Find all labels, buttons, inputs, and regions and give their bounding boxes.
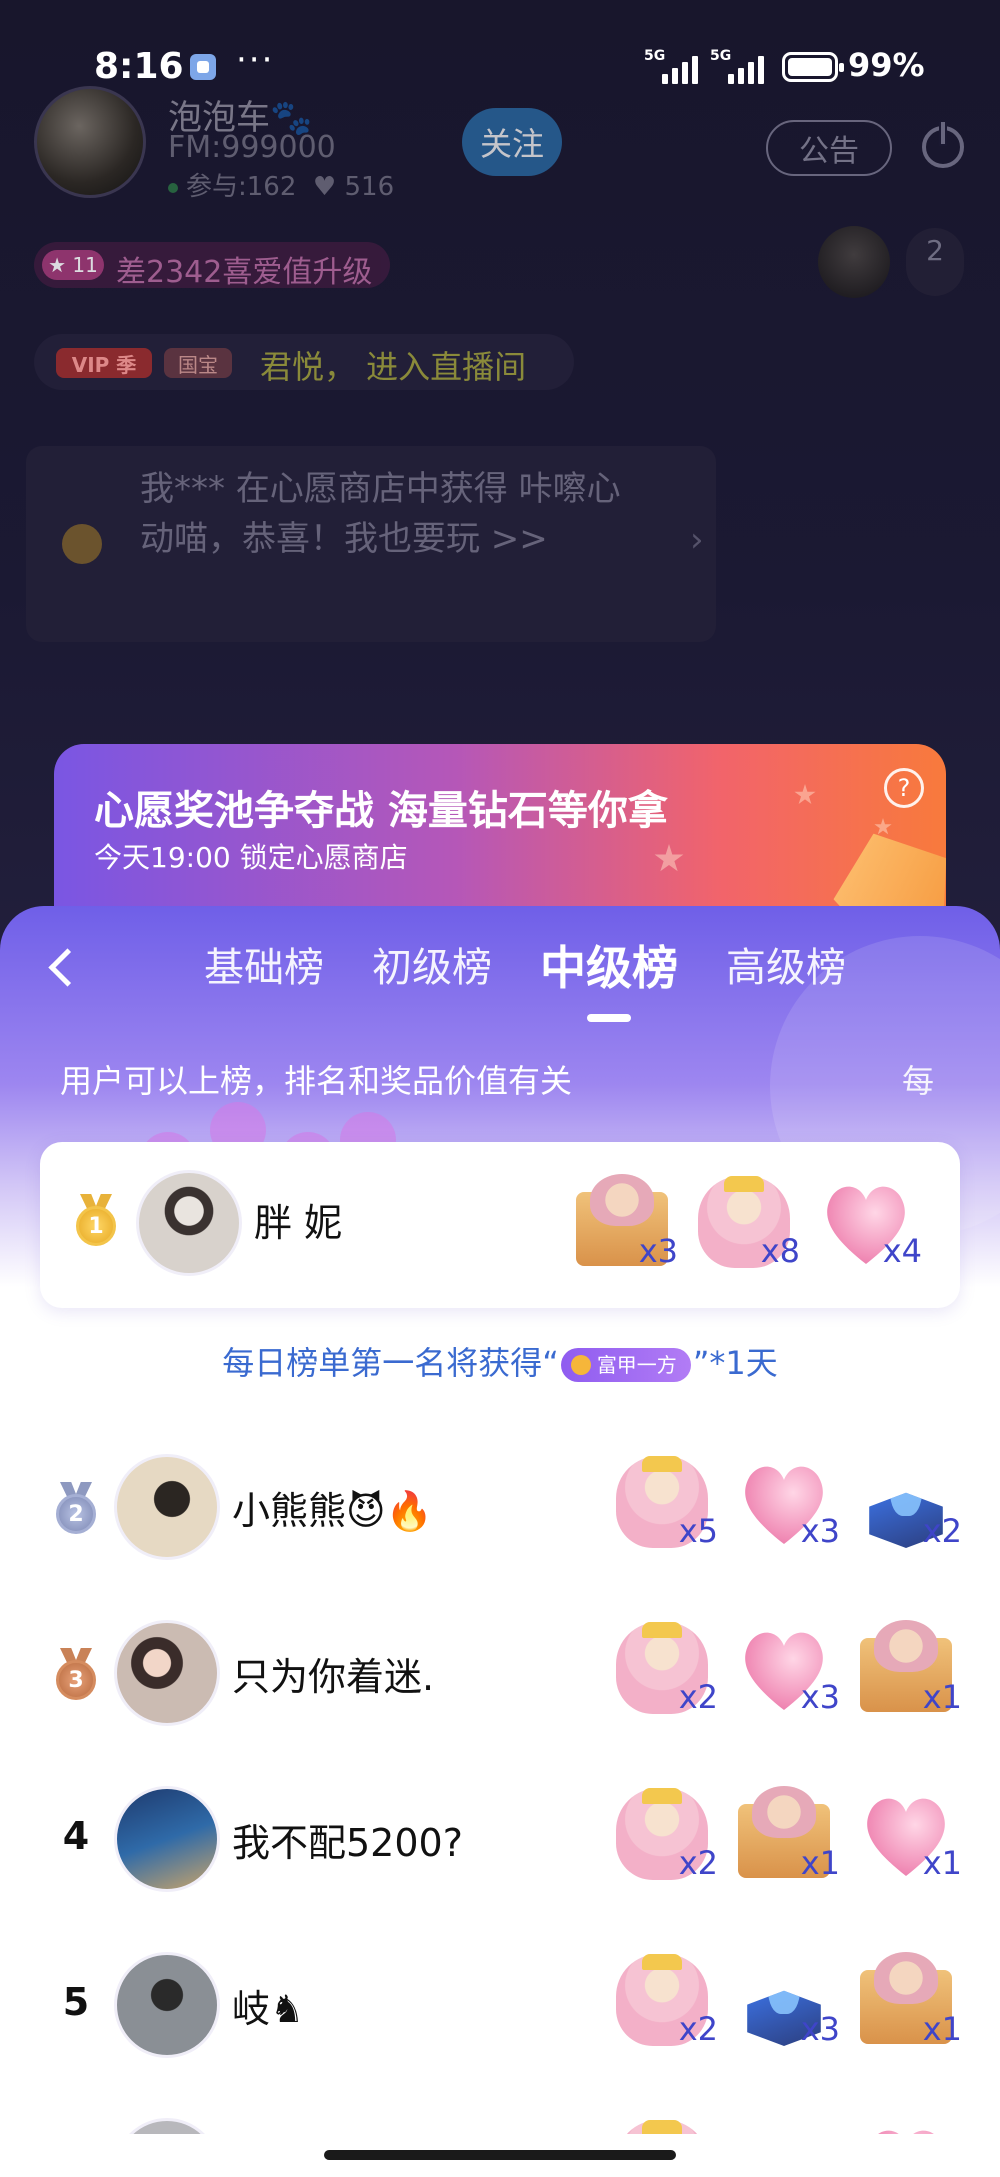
avatar[interactable] [114, 1786, 220, 1892]
tab-advanced[interactable]: 高级榜 [702, 938, 870, 1008]
rules-marquee-tail: 每 [902, 1062, 935, 1100]
bear-gift-icon: x2 [608, 1616, 720, 1726]
avatar[interactable] [114, 1454, 220, 1560]
daily-reward-note: 每日榜单第一名将获得“ 富甲一方 ”*1天 [222, 1344, 778, 1382]
level-badge: ★ 11 [42, 250, 104, 280]
chevron-right-icon: › [690, 520, 704, 560]
level-progress-pill[interactable]: ★ 11 差2342喜爱值升级 [34, 242, 390, 290]
leaderboard-list: 2 小熊熊😈🔥 x5 x3 x2 3 只为你着迷. x2 x3 x1 4 我不配… [0, 1424, 1000, 2177]
system-message-card[interactable]: 我*** 在心愿商店中获得 咔嚓心动喵，恭喜！我也要玩 >> › [26, 446, 716, 642]
battery-percent: 99% [848, 46, 925, 84]
gift-list: x2 x1 x1 [608, 1782, 964, 1892]
more-notifications-icon: ··· [236, 40, 275, 80]
leaderboard-sheet: 基础榜 初级榜 中级榜 高级榜 用户可以上榜，排名和奖品价值有关 每 1 胖 妮… [0, 906, 1000, 2177]
gift-list: x2 x3 x1 [608, 1948, 964, 2058]
gold-medal-icon: 1 [72, 1194, 120, 1246]
user-name: 只为你着迷. [232, 1655, 435, 1699]
notice-button[interactable]: 公告 [766, 120, 892, 176]
avatar[interactable] [114, 1952, 220, 2058]
participants-count: 参与:162 [186, 172, 297, 202]
heart-gift-icon: x3 [730, 1450, 842, 1560]
book-gift-icon: x2 [852, 1450, 964, 1560]
user-name: 胖 妮 [254, 1201, 343, 1245]
tab-basic[interactable]: 基础榜 [180, 938, 348, 1008]
silver-medal-icon: 2 [52, 1482, 100, 1534]
enter-text: 君悦， 进入直播间 [260, 348, 527, 386]
signal-icon: 5G [644, 48, 704, 84]
coin-icon [570, 1355, 591, 1375]
heart-gift-icon: x1 [852, 1782, 964, 1892]
gift-list: x3 x8 x4 [568, 1170, 924, 1280]
list-item[interactable]: 4 我不配5200? x2 x1 x1 [0, 1756, 1000, 1922]
heart-gift-icon: x4 [812, 1170, 924, 1280]
host-avatar[interactable] [34, 86, 146, 198]
viewer-count[interactable]: 2 [906, 228, 964, 296]
first-place-card[interactable]: 1 胖 妮 x3 x8 x4 [40, 1142, 960, 1308]
user-name: 我不配5200? [232, 1821, 463, 1865]
gift-list: x2 x3 x1 [608, 1616, 964, 1726]
follow-button[interactable]: 关注 [462, 108, 562, 176]
banner-subtitle: 今天19:00 锁定心愿商店 [94, 841, 408, 874]
rules-marquee: 用户可以上榜，排名和奖品价值有关 [60, 1062, 573, 1100]
power-icon[interactable] [922, 122, 964, 168]
list-item[interactable]: 3 只为你着迷. x2 x3 x1 [0, 1590, 1000, 1756]
status-time: 8:16 [94, 46, 184, 87]
leaderboard-tabs: 基础榜 初级榜 中级榜 高级榜 [180, 938, 870, 1022]
list-item[interactable]: 2 小熊熊😈🔥 x5 x3 x2 [0, 1424, 1000, 1590]
book-gift-icon: x3 [730, 1948, 842, 2058]
level-text: 差2342喜爱值升级 [116, 255, 373, 290]
user-name: 小熊熊😈🔥 [232, 1489, 433, 1533]
gift-box-icon [62, 524, 102, 564]
viewer-avatar[interactable] [818, 226, 890, 298]
user-name: 岐♞ [232, 1987, 305, 2031]
likes-count: ♥ 516 [312, 172, 395, 202]
bear-gift-icon: x2 [608, 1782, 720, 1892]
status-bar: 8:16 ··· 5G 5G 99% [0, 40, 1000, 96]
host-stats: 参与:162 ♥ 516 [168, 166, 394, 203]
tab-beginner[interactable]: 初级榜 [348, 938, 516, 1008]
envelope-gift-icon: x1 [852, 1616, 964, 1726]
heart-gift-icon: x3 [730, 1616, 842, 1726]
battery-icon [782, 52, 844, 82]
banner-title: 心愿奖池争夺战 海量钻石等你拿 [94, 788, 668, 834]
bronze-medal-icon: 3 [52, 1648, 100, 1700]
avatar[interactable] [114, 1620, 220, 1726]
bear-gift-icon: x2 [608, 1948, 720, 2058]
gift-list: x5 x3 x2 [608, 1450, 964, 1560]
avatar[interactable] [136, 1170, 242, 1276]
envelope-gift-icon: x1 [730, 1782, 842, 1892]
back-icon[interactable] [44, 940, 84, 996]
online-dot-icon [168, 182, 178, 193]
rank-number: 4 [62, 1814, 90, 1858]
help-icon[interactable]: ? [884, 768, 924, 808]
bear-gift-icon: x8 [690, 1170, 802, 1280]
guobao-badge: 国宝 [164, 348, 232, 378]
vip-badge: VIP 季 [56, 348, 152, 378]
list-item[interactable]: 5 岐♞ x2 x3 x1 [0, 1922, 1000, 2088]
host-fm: FM:999000 [168, 130, 336, 165]
rank-number: 5 [62, 1980, 90, 2024]
tab-intermediate[interactable]: 中级榜 [516, 938, 702, 1022]
bear-gift-icon: x5 [608, 1450, 720, 1560]
signal-icon: 5G [710, 48, 770, 84]
app-notification-icon [190, 54, 216, 80]
home-indicator[interactable] [324, 2150, 676, 2160]
system-message-text: 我*** 在心愿商店中获得 咔嚓心动喵，恭喜！我也要玩 >> [140, 469, 621, 559]
envelope-gift-icon: x1 [852, 1948, 964, 2058]
reward-title-badge: 富甲一方 [560, 1348, 691, 1382]
enter-room-message: VIP 季 国宝 君悦， 进入直播间 [34, 334, 574, 390]
envelope-gift-icon: x3 [568, 1170, 680, 1280]
